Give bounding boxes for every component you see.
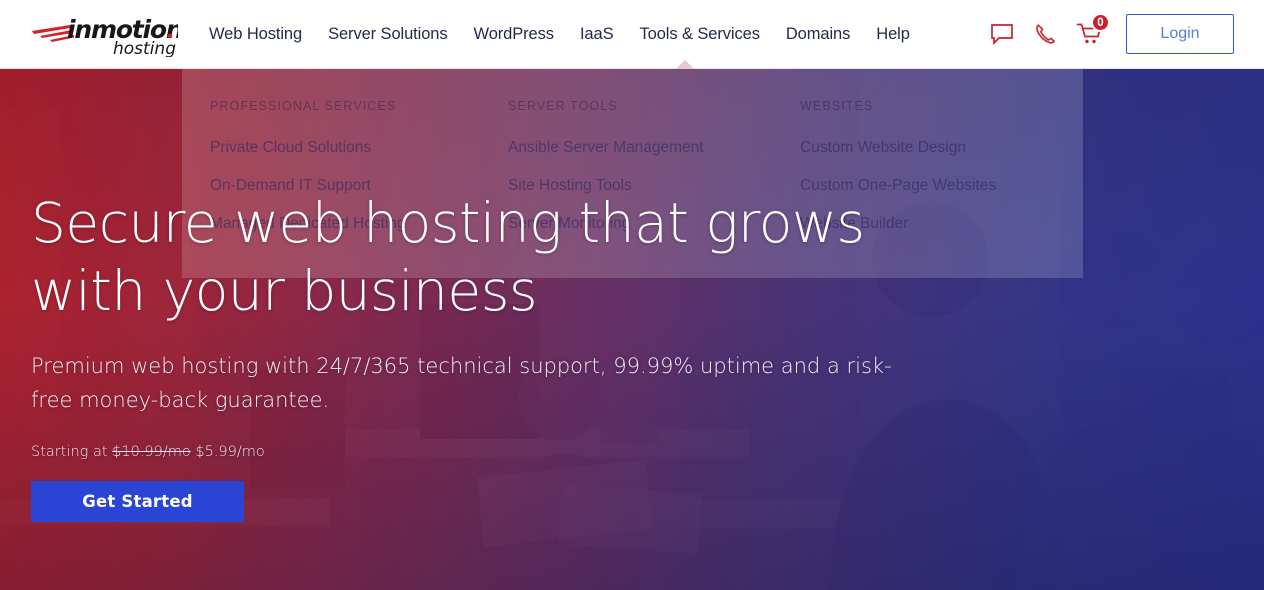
- pricing-prefix: Starting at: [31, 444, 108, 460]
- nav-item-wordpress[interactable]: WordPress: [461, 0, 567, 69]
- nav-item-help[interactable]: Help: [863, 0, 923, 69]
- get-started-button[interactable]: Get Started: [31, 481, 244, 522]
- header-actions: 0 Login: [980, 13, 1264, 54]
- phone-button[interactable]: [1024, 14, 1068, 54]
- hero-subheadline: Premium web hosting with 24/7/365 techni…: [31, 349, 931, 417]
- hero-pricing: Starting at $10.99/mo $5.99/mo: [31, 444, 1031, 460]
- chat-button[interactable]: [980, 14, 1024, 54]
- nav-item-iaas[interactable]: IaaS: [567, 0, 627, 69]
- cart-count-badge: 0: [1091, 13, 1110, 32]
- hero-subheadline-line-2: free money-back guarantee.: [31, 388, 330, 412]
- nav-item-tools-services[interactable]: Tools & Services: [626, 0, 772, 69]
- pricing-current-price: $5.99/mo: [195, 444, 265, 460]
- phone-icon: [1036, 24, 1055, 44]
- chat-icon: [991, 24, 1013, 45]
- cart-button[interactable]: 0: [1068, 13, 1112, 54]
- dropdown-heading-professional-services: PROFESSIONAL SERVICES: [210, 99, 397, 113]
- hero-subheadline-line-1: Premium web hosting with 24/7/365 techni…: [31, 354, 892, 378]
- hero-headline-line-1: Secure web hosting that grows: [31, 191, 865, 255]
- hero-section: PROFESSIONAL SERVICES Private Cloud Solu…: [0, 69, 1264, 590]
- login-button[interactable]: Login: [1126, 14, 1234, 54]
- dropdown-link-ansible-server-management[interactable]: Ansible Server Management: [508, 139, 776, 157]
- hero-headline: Secure web hosting that grows with your …: [31, 189, 1031, 325]
- hero-headline-line-2: with your business: [31, 259, 538, 323]
- page-root: inmotion hosting Web Hosting Server Solu…: [0, 0, 1264, 590]
- nav-item-domains[interactable]: Domains: [773, 0, 863, 69]
- dropdown-link-custom-website-design[interactable]: Custom Website Design: [800, 139, 1083, 157]
- dropdown-link-private-cloud-solutions[interactable]: Private Cloud Solutions: [210, 139, 480, 157]
- site-header: inmotion hosting Web Hosting Server Solu…: [0, 0, 1264, 69]
- pricing-original-price: $10.99/mo: [112, 444, 191, 460]
- inmotion-logo[interactable]: inmotion hosting: [30, 11, 178, 57]
- main-nav: Web Hosting Server Solutions WordPress I…: [196, 0, 923, 69]
- dropdown-heading-server-tools: SERVER TOOLS: [508, 99, 618, 113]
- svg-text:hosting: hosting: [113, 39, 176, 57]
- hero-content: Secure web hosting that grows with your …: [31, 189, 1031, 522]
- nav-active-caret-icon: [676, 60, 694, 69]
- logo-graphic: inmotion hosting: [32, 15, 178, 57]
- dropdown-heading-websites: WEBSITES: [800, 99, 874, 113]
- nav-item-server-solutions[interactable]: Server Solutions: [315, 0, 460, 69]
- nav-item-web-hosting[interactable]: Web Hosting: [196, 0, 315, 69]
